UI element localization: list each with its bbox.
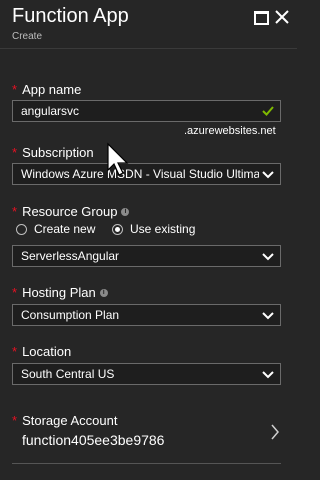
hosting-plan-value: Consumption Plan (21, 308, 120, 322)
app-name-label-text: App name (22, 82, 82, 97)
hosting-plan-select[interactable]: Consumption Plan (12, 304, 281, 326)
divider (12, 463, 281, 464)
app-name-value: angularsvc (21, 104, 80, 118)
page-title: Function App (12, 5, 129, 27)
maximize-icon (254, 11, 269, 25)
chevron-down-icon (262, 312, 274, 320)
required-marker: * (12, 413, 18, 428)
hosting-plan-label: * Hosting Plan i (12, 285, 108, 300)
required-marker: * (12, 344, 18, 359)
required-marker: * (12, 204, 18, 219)
maximize-button[interactable] (250, 6, 272, 28)
resource-group-label-text: Resource Group (22, 204, 118, 219)
create-new-label[interactable]: Create new (34, 222, 95, 236)
location-select[interactable]: South Central US (12, 363, 281, 385)
storage-account-label-text: Storage Account (22, 413, 118, 428)
resource-group-label: * Resource Group i (12, 204, 130, 219)
resource-group-select[interactable]: ServerlessAngular (12, 245, 281, 267)
domain-suffix: .azurewebsites.net (184, 125, 276, 137)
subscription-label-text: Subscription (22, 145, 94, 160)
required-marker: * (12, 82, 18, 97)
location-label: * Location (12, 344, 71, 359)
chevron-down-icon (262, 171, 274, 179)
app-name-input[interactable]: angularsvc (12, 100, 281, 122)
required-marker: * (12, 285, 18, 300)
storage-account-value: function405ee3be9786 (22, 432, 165, 448)
storage-account-label: * Storage Account (12, 413, 117, 428)
create-new-radio[interactable] (16, 224, 27, 235)
hosting-plan-label-text: Hosting Plan (22, 285, 96, 300)
resource-group-value: ServerlessAngular (21, 249, 120, 263)
info-icon[interactable]: i (99, 288, 108, 297)
location-label-text: Location (22, 344, 72, 359)
mouse-cursor-icon (107, 142, 129, 176)
app-name-label: * App name (12, 82, 81, 97)
close-button[interactable] (272, 6, 294, 28)
subscription-label: * Subscription (12, 145, 94, 160)
chevron-down-icon (262, 371, 274, 379)
chevron-right-icon[interactable] (270, 424, 280, 440)
check-icon (262, 106, 274, 116)
blade-header: Function App Create (0, 0, 297, 49)
required-marker: * (12, 145, 18, 160)
subscription-value: Windows Azure MSDN - Visual Studio Ultim… (21, 167, 259, 181)
use-existing-radio[interactable] (112, 224, 123, 235)
subscription-select[interactable]: Windows Azure MSDN - Visual Studio Ultim… (12, 163, 281, 185)
use-existing-label[interactable]: Use existing (130, 222, 195, 236)
chevron-down-icon (262, 253, 274, 261)
page-subtitle: Create (12, 31, 43, 42)
location-value: South Central US (21, 367, 115, 381)
close-icon (275, 10, 289, 24)
info-icon[interactable]: i (121, 207, 130, 216)
